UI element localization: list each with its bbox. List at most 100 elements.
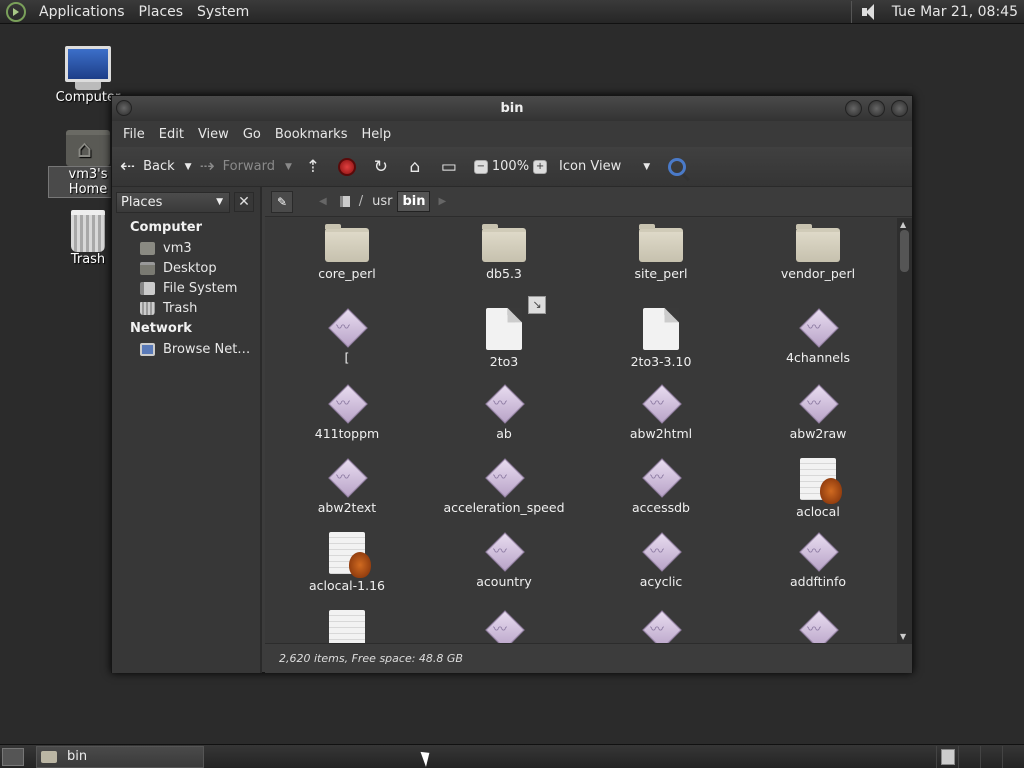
script-icon bbox=[800, 458, 842, 504]
path-button-usr[interactable]: usr bbox=[367, 191, 397, 212]
back-history-dropdown-icon[interactable]: ▼ bbox=[185, 162, 192, 172]
forward-label: Forward bbox=[222, 159, 275, 174]
file-item[interactable]: abw2html bbox=[586, 384, 736, 441]
taskbar-button-bin[interactable]: bin bbox=[36, 745, 204, 768]
window-title: bin bbox=[500, 101, 524, 116]
up-icon[interactable]: ⇡ bbox=[300, 154, 326, 180]
menu-system[interactable]: System bbox=[190, 4, 256, 20]
scroll-up-icon[interactable]: ▲ bbox=[900, 220, 906, 229]
executable-icon bbox=[485, 458, 523, 496]
file-item[interactable]: abw2text bbox=[272, 458, 422, 515]
workspace-4[interactable] bbox=[1002, 745, 1024, 768]
file-item-label: abw2html bbox=[629, 426, 693, 441]
edit-location-icon[interactable]: ✎ bbox=[271, 190, 293, 213]
menu-bookmarks[interactable]: Bookmarks bbox=[268, 127, 355, 142]
file-item[interactable]: site_perl bbox=[586, 224, 736, 281]
executable-icon bbox=[642, 458, 680, 496]
close-sidebar-icon[interactable]: ✕ bbox=[234, 192, 254, 212]
file-item[interactable]: acyclic bbox=[586, 532, 736, 589]
path-scroll-left-icon[interactable]: ◀ bbox=[319, 196, 327, 207]
sidebar-item-file-system[interactable]: File System bbox=[112, 278, 260, 298]
file-item[interactable]: acceleration_speed bbox=[429, 458, 579, 515]
file-item-label: [ bbox=[344, 350, 350, 365]
file-item[interactable]: abw2raw bbox=[743, 384, 893, 441]
file-item[interactable]: aclocal bbox=[743, 458, 893, 519]
file-item[interactable] bbox=[272, 610, 422, 643]
executable-icon bbox=[328, 308, 366, 346]
file-item[interactable]: addftinfo bbox=[743, 532, 893, 589]
file-item[interactable]: aclocal-1.16 bbox=[272, 532, 422, 593]
file-item[interactable]: 411toppm bbox=[272, 384, 422, 441]
executable-icon bbox=[485, 610, 523, 643]
workspace-3[interactable] bbox=[980, 745, 1002, 768]
back-button[interactable]: ⇠ Back ▼ bbox=[120, 156, 192, 177]
taskbar-button-label: bin bbox=[67, 749, 88, 764]
menu-help[interactable]: Help bbox=[354, 127, 398, 142]
sidebar-section-computer: Computer bbox=[130, 220, 203, 235]
clock[interactable]: Tue Mar 21, 08:45 bbox=[892, 4, 1024, 20]
volume-icon[interactable] bbox=[860, 3, 882, 21]
file-item-label: 2to3-3.10 bbox=[630, 354, 692, 369]
scrollbar-thumb[interactable] bbox=[900, 230, 909, 272]
file-item[interactable]: acountry bbox=[429, 532, 579, 589]
sidebar-item-trash[interactable]: Trash bbox=[112, 298, 260, 318]
menu-applications[interactable]: Applications bbox=[32, 4, 132, 20]
workspace-1[interactable] bbox=[936, 745, 958, 768]
sidebar-item-label: File System bbox=[163, 280, 238, 296]
window-menu-button[interactable] bbox=[116, 100, 132, 116]
file-item-label: accessdb bbox=[632, 500, 690, 515]
computer-icon[interactable]: ▭ bbox=[436, 154, 462, 180]
workspace-2[interactable] bbox=[958, 745, 980, 768]
sidebar-section-network: Network bbox=[130, 321, 192, 336]
sidebar-item-vm3[interactable]: vm3 bbox=[112, 238, 260, 258]
path-scroll-right-icon[interactable]: ▶ bbox=[438, 196, 446, 207]
minimize-button[interactable] bbox=[845, 100, 862, 117]
window-titlebar[interactable]: bin bbox=[112, 96, 912, 121]
file-item-label: ab bbox=[496, 426, 512, 441]
menu-places[interactable]: Places bbox=[132, 4, 191, 20]
file-item[interactable]: 2to3-3.10 bbox=[586, 308, 736, 369]
sidebar-item-desktop[interactable]: Desktop bbox=[112, 258, 260, 278]
file-item[interactable] bbox=[586, 610, 736, 643]
file-item[interactable] bbox=[429, 610, 579, 643]
sidebar-type-select[interactable]: Places ▼ bbox=[116, 191, 230, 213]
reload-icon[interactable]: ↻ bbox=[368, 154, 394, 180]
menu-view[interactable]: View bbox=[191, 127, 236, 142]
file-item[interactable]: core_perl bbox=[272, 224, 422, 281]
vertical-scrollbar[interactable]: ▲ ▼ bbox=[897, 218, 912, 643]
script-icon bbox=[329, 532, 371, 578]
zoom-out-icon[interactable]: − bbox=[473, 159, 488, 174]
main-menu-logo-icon[interactable] bbox=[6, 1, 26, 22]
file-item[interactable]: [ bbox=[272, 308, 422, 365]
home-icon[interactable]: ⌂ bbox=[402, 154, 428, 180]
executable-icon bbox=[642, 532, 680, 570]
menu-file[interactable]: File bbox=[116, 127, 152, 142]
sidebar-item-label: Browse Net… bbox=[163, 341, 251, 357]
zoom-in-icon[interactable]: + bbox=[533, 159, 548, 174]
file-item[interactable]: accessdb bbox=[586, 458, 736, 515]
file-item[interactable] bbox=[743, 610, 893, 643]
file-item-label: aclocal-1.16 bbox=[308, 578, 385, 593]
stop-button[interactable] bbox=[334, 154, 360, 180]
folder-icon bbox=[482, 224, 526, 262]
close-button[interactable] bbox=[891, 100, 908, 117]
file-item[interactable]: 4channels bbox=[743, 308, 893, 365]
menu-edit[interactable]: Edit bbox=[152, 127, 191, 142]
show-desktop-icon[interactable] bbox=[2, 747, 24, 766]
path-button-bin[interactable]: bin bbox=[397, 191, 431, 212]
path-root-button[interactable] bbox=[335, 192, 355, 212]
sidebar-item-browse-network[interactable]: Browse Net… bbox=[112, 339, 260, 359]
file-item-label: abw2raw bbox=[789, 426, 847, 441]
file-item[interactable]: db5.3 bbox=[429, 224, 579, 281]
file-item[interactable]: ab bbox=[429, 384, 579, 441]
path-separator: / bbox=[358, 194, 364, 209]
maximize-button[interactable] bbox=[868, 100, 885, 117]
scroll-down-icon[interactable]: ▼ bbox=[900, 632, 906, 641]
forward-button[interactable]: ⇢ Forward ▼ bbox=[200, 156, 292, 177]
view-mode-select[interactable]: Icon View ▼ bbox=[559, 159, 650, 174]
menu-go[interactable]: Go bbox=[236, 127, 268, 142]
file-item[interactable]: ↘ 2to3 bbox=[429, 296, 579, 369]
search-icon[interactable] bbox=[668, 157, 687, 176]
forward-history-dropdown-icon[interactable]: ▼ bbox=[285, 162, 292, 172]
file-item[interactable]: vendor_perl bbox=[743, 224, 893, 281]
